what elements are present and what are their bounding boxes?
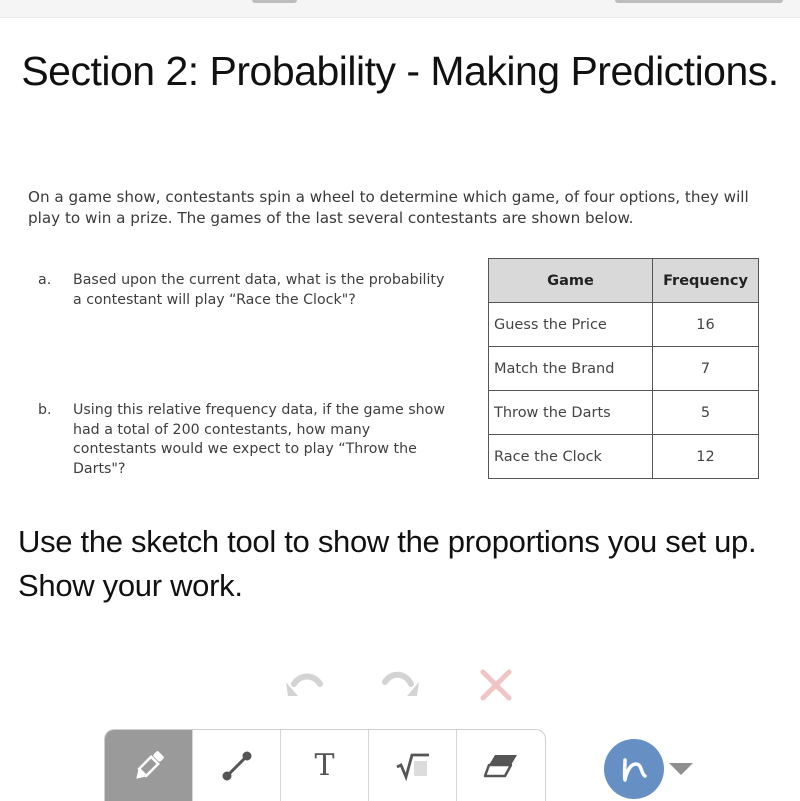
column-header-frequency: Frequency — [652, 258, 759, 303]
undo-button[interactable] — [284, 667, 324, 703]
color-dropdown-caret-icon[interactable] — [669, 763, 693, 775]
question-letter: a. — [38, 272, 52, 288]
clear-button[interactable] — [476, 667, 516, 703]
table-row: Throw the Darts 5 — [488, 390, 759, 435]
table-row: Race the Clock 12 — [488, 434, 759, 479]
redo-icon — [382, 671, 419, 696]
undo-icon — [286, 673, 323, 696]
math-tool-button[interactable] — [369, 730, 458, 801]
problem-passage: On a game show, contestants spin a wheel… — [28, 188, 749, 227]
table-row: Match the Brand 7 — [488, 346, 759, 391]
close-icon — [480, 669, 512, 701]
text-tool-button[interactable]: T — [281, 730, 370, 801]
column-header-game: Game — [488, 258, 653, 303]
game-cell: Match the Brand — [488, 346, 653, 391]
sketch-instruction: Use the sketch tool to show the proporti… — [18, 524, 757, 603]
top-tab-indicator[interactable] — [252, 0, 297, 3]
eraser-tool-button[interactable] — [457, 730, 545, 801]
top-tab-indicator[interactable] — [615, 0, 783, 3]
game-cell: Guess the Price — [488, 302, 653, 347]
frequency-cell: 16 — [652, 302, 759, 347]
text-icon: T — [314, 748, 335, 783]
frequency-cell: 7 — [652, 346, 759, 391]
eraser-icon — [483, 754, 518, 777]
table-row: Guess the Price 16 — [488, 302, 759, 347]
redo-button[interactable] — [381, 667, 421, 703]
frequency-cell: 5 — [652, 390, 759, 435]
table-header-row: Game Frequency — [488, 258, 759, 303]
frequency-table: Game Frequency Guess the Price 16 Match … — [488, 258, 759, 479]
square-root-icon — [395, 753, 429, 781]
question-text: Based upon the current data, what is the… — [73, 272, 445, 308]
frequency-cell: 12 — [652, 434, 759, 479]
line-tool-button[interactable] — [193, 730, 282, 801]
sketch-toolbar: T — [104, 729, 546, 801]
question-text: Using this relative frequency data, if t… — [73, 402, 445, 477]
game-cell: Throw the Darts — [488, 390, 653, 435]
question-letter: b. — [38, 402, 52, 418]
pencil-tool-button[interactable] — [105, 730, 194, 801]
pencil-icon — [135, 750, 164, 779]
squiggle-stroke-icon — [622, 758, 647, 782]
page-title: Section 2: Probability - Making Predicti… — [21, 48, 779, 94]
top-bar — [0, 0, 800, 18]
game-cell: Race the Clock — [488, 434, 653, 479]
line-segment-icon — [222, 751, 252, 780]
pen-color-button[interactable] — [604, 739, 664, 799]
